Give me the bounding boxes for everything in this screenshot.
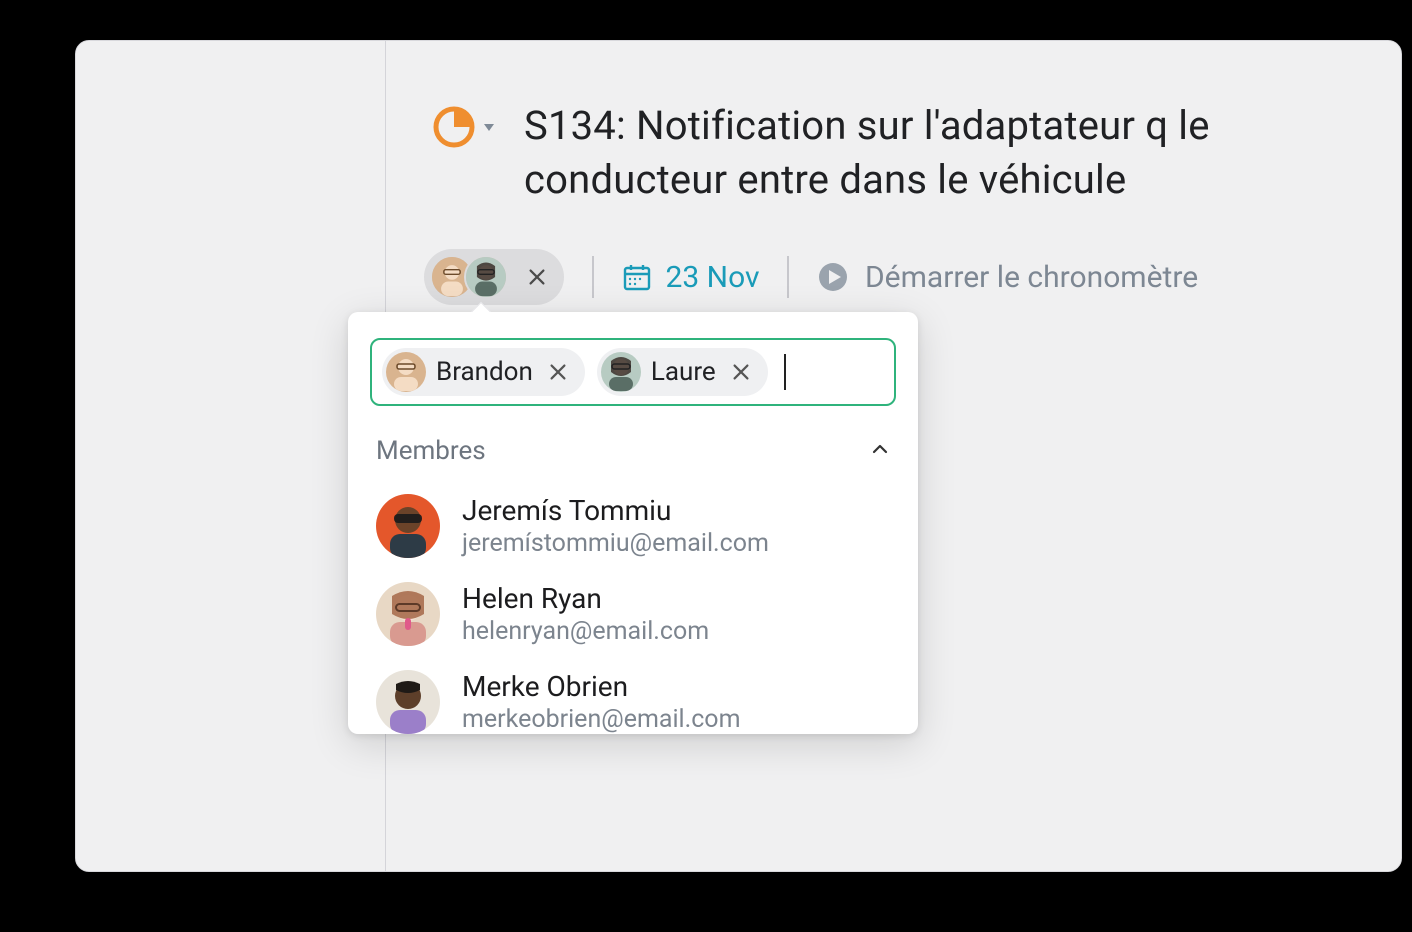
timer-label: Démarrer le chronomètre — [865, 260, 1198, 295]
avatar — [376, 670, 440, 734]
task-meta-row: 23 Nov Démarrer le chronomètre — [424, 249, 1401, 305]
member-name: Merke Obrien — [462, 670, 741, 703]
popover-arrow — [468, 300, 492, 312]
member-name: Jeremís Tommiu — [462, 494, 769, 527]
title-row: S134: Notification sur l'adaptateur q le… — [432, 99, 1401, 207]
avatar — [376, 494, 440, 558]
member-email: merkeobrien@email.com — [462, 705, 741, 734]
assignee-search-input[interactable]: Brandon Laure — [370, 338, 896, 406]
chevron-down-icon — [484, 124, 494, 131]
member-name: Helen Ryan — [462, 582, 709, 615]
divider — [592, 256, 594, 298]
play-circle-icon — [817, 261, 849, 293]
due-date-chip[interactable]: 23 Nov — [622, 260, 760, 295]
status-picker[interactable] — [432, 105, 494, 149]
member-option[interactable]: Jeremís Tommiu jeremístommiu@email.com — [348, 482, 918, 570]
avatar — [376, 582, 440, 646]
avatar — [601, 352, 641, 392]
assignee-picker-popover: Brandon Laure Membres Jere — [348, 312, 918, 734]
members-section-header[interactable]: Membres — [348, 426, 918, 482]
member-list: Jeremís Tommiu jeremístommiu@email.com H… — [348, 482, 918, 734]
task-title: S134: Notification sur l'adaptateur q le… — [524, 99, 1401, 207]
chevron-up-icon — [870, 439, 890, 463]
assignees-chip[interactable] — [424, 249, 564, 305]
avatar — [386, 352, 426, 392]
assignee-token: Laure — [597, 348, 768, 396]
token-name: Laure — [651, 357, 716, 387]
divider — [787, 256, 789, 298]
avatar — [464, 255, 508, 299]
member-info: Merke Obrien merkeobrien@email.com — [462, 670, 741, 734]
calendar-icon — [622, 262, 652, 292]
pie-quarter-icon — [432, 105, 476, 149]
remove-token-button[interactable] — [726, 359, 756, 385]
clear-assignees-button[interactable] — [526, 266, 548, 288]
member-info: Jeremís Tommiu jeremístommiu@email.com — [462, 494, 769, 558]
member-option[interactable]: Helen Ryan helenryan@email.com — [348, 570, 918, 658]
due-date-text: 23 Nov — [666, 260, 760, 295]
assignee-token: Brandon — [382, 348, 585, 396]
sidebar — [76, 41, 386, 871]
member-email: helenryan@email.com — [462, 617, 709, 646]
text-cursor — [784, 354, 786, 390]
start-timer-button[interactable]: Démarrer le chronomètre — [817, 260, 1198, 295]
remove-token-button[interactable] — [543, 359, 573, 385]
member-option[interactable]: Merke Obrien merkeobrien@email.com — [348, 658, 918, 734]
member-email: jeremístommiu@email.com — [462, 529, 769, 558]
token-name: Brandon — [436, 357, 533, 387]
members-label: Membres — [376, 436, 486, 466]
member-info: Helen Ryan helenryan@email.com — [462, 582, 709, 646]
